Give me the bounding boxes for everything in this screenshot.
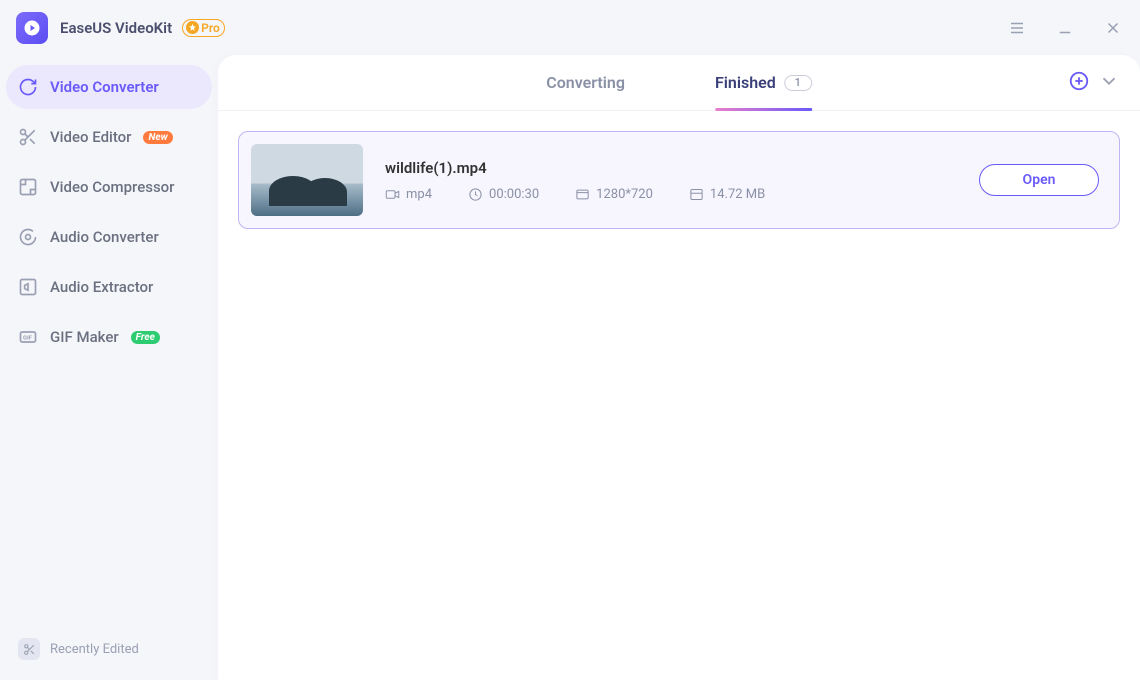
content-panel: Converting Finished 1 wildli (218, 55, 1140, 680)
audio-convert-icon (18, 227, 38, 247)
clock-icon (468, 187, 483, 202)
sidebar-item-gif-maker[interactable]: GIF GIF Maker Free (6, 315, 212, 359)
sidebar-item-label: GIF Maker (50, 328, 119, 346)
sidebar-item-label: Audio Extractor (50, 278, 153, 296)
open-button[interactable]: Open (979, 164, 1099, 196)
file-card[interactable]: wildlife(1).mp4 mp4 00:00:30 1280*720 (238, 131, 1120, 229)
video-icon (385, 187, 400, 202)
close-icon[interactable] (1102, 17, 1124, 39)
sidebar-item-video-editor[interactable]: Video Editor New (6, 115, 212, 159)
file-meta-row: mp4 00:00:30 1280*720 14.72 MB (385, 187, 957, 202)
scissors-icon (18, 638, 40, 660)
finished-count-badge: 1 (784, 75, 812, 91)
compress-icon (18, 177, 38, 197)
video-thumbnail (251, 144, 363, 216)
new-badge: New (143, 131, 172, 144)
audio-extract-icon (18, 277, 38, 297)
svg-text:GIF: GIF (23, 336, 33, 342)
scissors-icon (18, 127, 38, 147)
recently-edited-button[interactable]: Recently Edited (6, 628, 212, 670)
storage-icon (689, 187, 704, 202)
titlebar: EaseUS VideoKit Pro (0, 0, 1140, 55)
add-button[interactable] (1068, 70, 1090, 96)
file-duration: 00:00:30 (468, 187, 539, 202)
minimize-icon[interactable] (1054, 17, 1076, 39)
sidebar-item-label: Video Compressor (50, 178, 174, 196)
tab-label: Finished (715, 73, 776, 92)
file-name: wildlife(1).mp4 (385, 159, 957, 177)
sidebar-item-label: Video Editor (50, 128, 131, 146)
pro-badge: Pro (182, 19, 225, 37)
tab-label: Converting (546, 73, 625, 92)
file-format: mp4 (385, 187, 432, 202)
star-icon (186, 21, 199, 34)
file-info: wildlife(1).mp4 mp4 00:00:30 1280*720 (385, 159, 957, 202)
menu-icon[interactable] (1006, 17, 1028, 39)
tab-converting[interactable]: Converting (546, 55, 625, 110)
app-logo-icon (16, 12, 48, 44)
sidebar-item-label: Video Converter (50, 78, 159, 96)
rotate-icon (18, 77, 38, 97)
dimensions-icon (575, 187, 590, 202)
sidebar-item-label: Audio Converter (50, 228, 159, 246)
file-list: wildlife(1).mp4 mp4 00:00:30 1280*720 (218, 111, 1140, 249)
pro-badge-label: Pro (201, 21, 220, 35)
file-dimensions: 1280*720 (575, 187, 653, 202)
file-size: 14.72 MB (689, 187, 765, 202)
add-dropdown[interactable] (1098, 70, 1120, 96)
tab-finished[interactable]: Finished 1 (715, 55, 812, 110)
window-controls (1006, 17, 1124, 39)
sidebar-item-video-converter[interactable]: Video Converter (6, 65, 212, 109)
sidebar: Video Converter Video Editor New Video C… (0, 55, 218, 680)
sidebar-item-video-compressor[interactable]: Video Compressor (6, 165, 212, 209)
recently-edited-label: Recently Edited (50, 642, 139, 657)
gif-icon: GIF (18, 327, 38, 347)
tabs-row: Converting Finished 1 (218, 55, 1140, 111)
sidebar-item-audio-extractor[interactable]: Audio Extractor (6, 265, 212, 309)
free-badge: Free (131, 331, 160, 344)
sidebar-item-audio-converter[interactable]: Audio Converter (6, 215, 212, 259)
app-title: EaseUS VideoKit (60, 19, 172, 37)
